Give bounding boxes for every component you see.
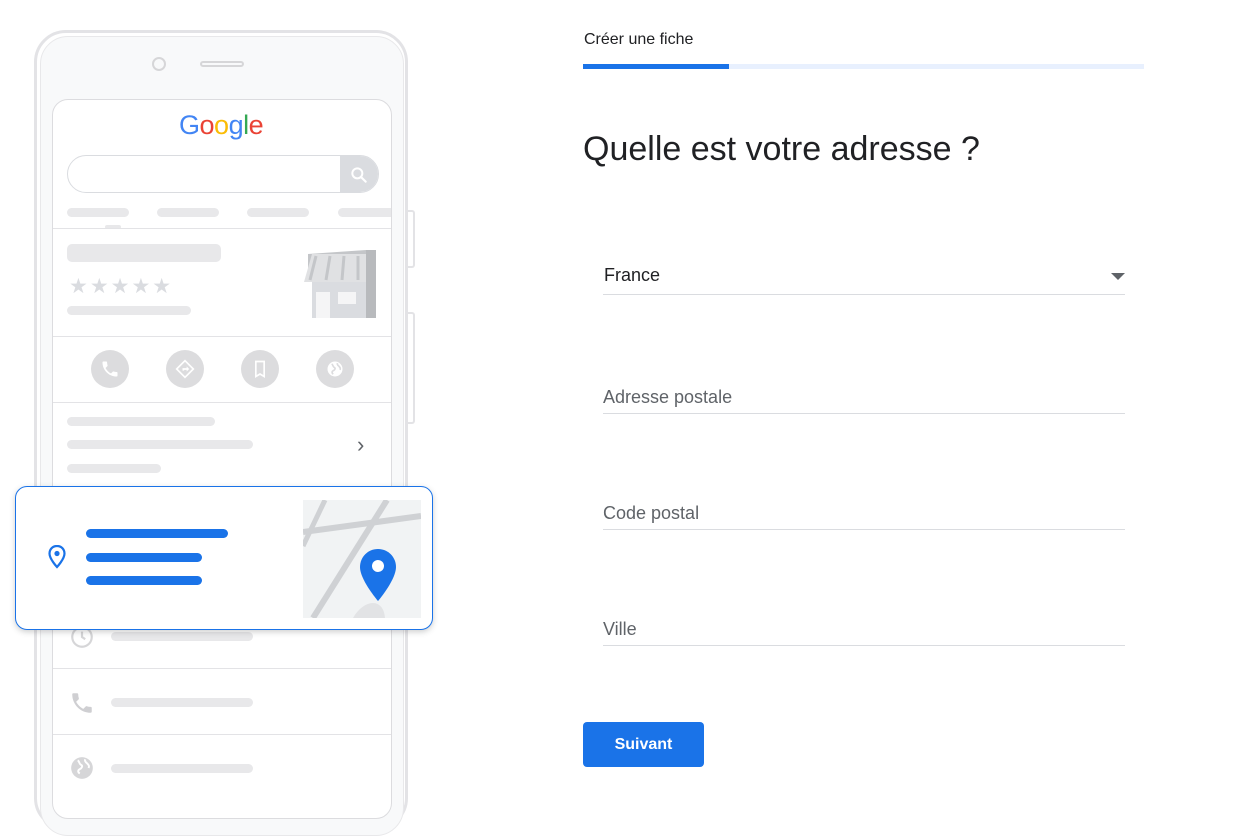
globe-icon — [71, 757, 93, 779]
location-pin-icon — [48, 545, 66, 569]
city-input[interactable] — [603, 619, 1103, 640]
phone-icon — [91, 350, 129, 388]
divider — [53, 336, 391, 337]
divider — [53, 402, 391, 403]
logo-letter: o — [199, 110, 215, 140]
website-icon — [316, 350, 354, 388]
logo-letter: o — [214, 110, 229, 140]
phone-screen: Google ★★★★★ › — [52, 99, 392, 819]
address-line-placeholder — [86, 576, 202, 585]
dropdown-arrow-icon — [1111, 273, 1125, 280]
street-address-input[interactable] — [603, 387, 1103, 408]
country-select[interactable]: France — [603, 251, 1125, 295]
search-bar — [67, 155, 379, 193]
search-button — [340, 156, 378, 192]
text-placeholder — [67, 464, 161, 473]
map-marker-icon — [360, 549, 396, 601]
address-line-placeholder — [86, 553, 202, 562]
phone-outline-icon — [72, 693, 92, 713]
google-logo: Google — [179, 110, 264, 141]
business-name-placeholder — [67, 244, 221, 262]
divider — [53, 668, 391, 669]
phone-side-button — [408, 210, 415, 268]
tab-placeholder — [247, 208, 309, 217]
logo-letter: g — [228, 110, 244, 140]
text-placeholder — [67, 440, 253, 449]
phone-illustration: Google ★★★★★ › — [0, 0, 520, 836]
search-icon — [351, 167, 367, 183]
text-placeholder — [111, 764, 253, 773]
logo-letter: G — [179, 110, 200, 140]
rating-stars: ★★★★★ — [69, 275, 174, 298]
address-card — [15, 486, 433, 630]
country-select-value: France — [604, 265, 661, 285]
chevron-right-icon: › — [357, 432, 365, 457]
text-placeholder — [111, 698, 253, 707]
text-placeholder — [111, 632, 253, 641]
city-field[interactable] — [603, 602, 1125, 646]
postal-code-field[interactable] — [603, 486, 1125, 530]
phone-side-button — [408, 312, 415, 424]
tab-placeholder — [67, 208, 129, 217]
divider — [53, 228, 391, 229]
next-button[interactable]: Suivant — [583, 722, 704, 767]
map-thumbnail — [303, 500, 421, 618]
step-title: Créer une fiche — [584, 31, 694, 48]
directions-icon — [166, 350, 204, 388]
logo-letter: e — [248, 110, 264, 140]
text-placeholder — [67, 306, 191, 315]
progress-bar-fill — [583, 64, 729, 69]
address-line-placeholder — [86, 529, 228, 538]
tab-placeholder — [157, 208, 219, 217]
storefront-icon — [304, 250, 376, 318]
postal-code-input[interactable] — [603, 503, 1103, 524]
speaker-icon — [200, 61, 244, 67]
divider — [53, 734, 391, 735]
camera-icon — [152, 57, 166, 71]
bookmark-icon — [241, 350, 279, 388]
street-address-field[interactable] — [603, 370, 1125, 414]
tab-placeholder — [338, 208, 391, 217]
page-title: Quelle est votre adresse ? — [583, 130, 980, 168]
text-placeholder — [67, 417, 215, 426]
progress-bar — [583, 64, 1144, 69]
